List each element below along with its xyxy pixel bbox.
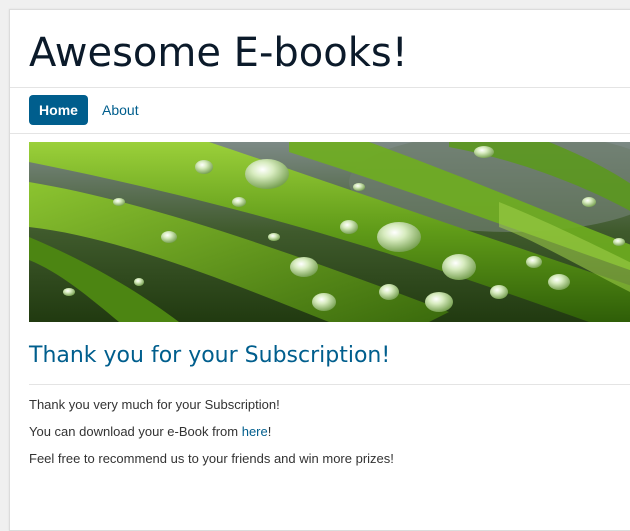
nav-bar: Home About (10, 87, 630, 134)
site-title: Awesome E-books! (29, 30, 408, 76)
page-container: Awesome E-books! Home About Thank you fo… (9, 9, 630, 531)
thank-you-text: Thank you very much for your Subscriptio… (29, 397, 280, 412)
recommend-text: Feel free to recommend us to your friend… (29, 451, 394, 466)
page-heading: Thank you for your Subscription! (29, 343, 391, 368)
download-text: You can download your e-Book from here! (29, 423, 271, 440)
nav-home-button[interactable]: Home (29, 95, 88, 125)
download-text-suffix: ! (267, 424, 272, 439)
nav-about-link[interactable]: About (102, 95, 139, 125)
download-link[interactable]: here (242, 424, 268, 439)
divider (29, 384, 630, 385)
download-text-prefix: You can download your e-Book from (29, 424, 242, 439)
banner-image (29, 142, 630, 322)
